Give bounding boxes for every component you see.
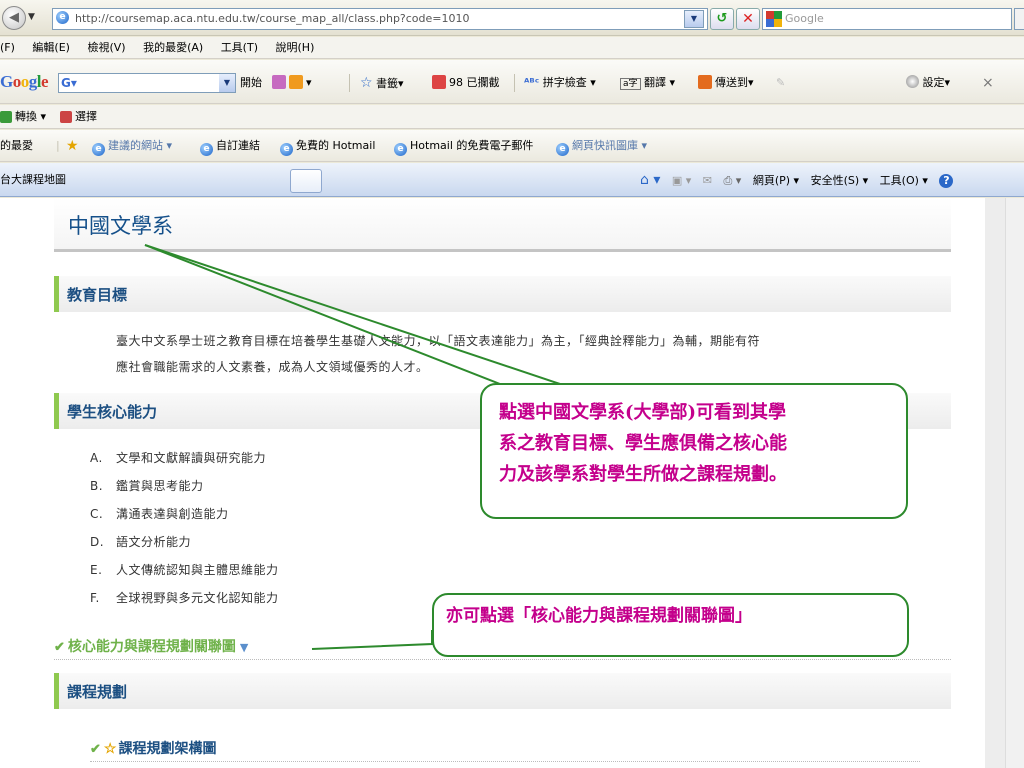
stop-button[interactable]: ✕: [736, 8, 760, 30]
core-competency-heading: 學生核心能力: [67, 403, 158, 421]
page-viewport: 中國文學系 教育目標 臺大中文系學士班之教育目標在培養學生基礎人文能力，以「語文…: [0, 198, 1024, 768]
education-goal-heading: 教育目標: [67, 286, 128, 304]
google-toolbar-dropdown-icon[interactable]: ▼: [219, 74, 235, 92]
toolbar-close-icon[interactable]: ×: [982, 74, 994, 92]
pen-icon[interactable]: ✎: [776, 74, 785, 92]
tab-bar: 台大課程地圖 ⌂ ▾ ▣ ▾ ✉ ⎙ ▾ 網頁(P) ▾ 安全性(S) ▾ 工具…: [0, 163, 1024, 197]
google-search-icon: [766, 11, 782, 27]
fav-web-slice-gallery[interactable]: e 網頁快訊圖庫 ▾: [556, 130, 647, 162]
select-icon: [60, 111, 73, 123]
pdf-toolbar: 轉換 ▾ 選擇: [0, 105, 1024, 129]
education-goal-text: 臺大中文系學士班之教育目標在培養學生基礎人文能力，以「語文表達能力」為主，「經典…: [116, 334, 761, 374]
add-favorite-icon[interactable]: ★: [66, 130, 79, 163]
list-item: D. 語文分析能力: [90, 535, 192, 549]
competency-course-relation-link[interactable]: ✔ 核心能力與課程規劃關聯圖 ▼: [54, 636, 248, 656]
page-icon: e: [56, 11, 69, 24]
address-bar[interactable]: e http://coursemap.aca.ntu.edu.tw/course…: [52, 8, 708, 30]
mail-icon[interactable]: ✉: [703, 174, 712, 187]
annotation-callout-department: 點選中國文學系(大學部)可看到其學 系之教育目標、學生應俱備之核心能 力及該學系…: [480, 383, 908, 519]
convert-icon: [0, 111, 12, 123]
address-toolbar: ◀ ▼ e http://coursemap.aca.ntu.edu.tw/co…: [0, 0, 1024, 36]
search-input[interactable]: Google: [762, 8, 1012, 30]
google-start-button[interactable]: 開始: [240, 74, 262, 92]
settings-button[interactable]: 設定▾: [906, 74, 950, 92]
new-tab-button[interactable]: [290, 169, 322, 193]
translate-icon: a字: [620, 78, 641, 90]
course-plan-heading: 課程規劃: [67, 683, 128, 701]
list-item: B. 鑑賞與思考能力: [90, 479, 204, 493]
popup-blocked-button[interactable]: 98 已攔截: [432, 74, 500, 92]
help-icon[interactable]: ?: [939, 174, 954, 188]
bookmarks-button[interactable]: ☆ 書籤▾: [360, 74, 404, 93]
annotation-callout-relation-map: 亦可點選「核心能力與課程規劃關聯圖」: [432, 593, 909, 657]
vertical-scrollbar[interactable]: [1005, 198, 1024, 768]
caret-down-icon: ▼: [239, 641, 249, 654]
menu-help[interactable]: 說明(H): [276, 37, 315, 59]
star-icon: ☆: [360, 75, 373, 91]
stop-icon: ✕: [742, 11, 754, 27]
command-bar: ⌂ ▾ ▣ ▾ ✉ ⎙ ▾ 網頁(P) ▾ 安全性(S) ▾ 工具(O) ▾ ?: [640, 163, 961, 197]
ie-icon: e: [92, 143, 105, 156]
ie-icon: e: [280, 143, 293, 156]
course-architecture-link[interactable]: ✔ ☆ 課程規劃架構圖: [90, 738, 216, 758]
menu-bar: (F) 編輯(E) 檢視(V) 我的最愛(A) 工具(T) 說明(H): [0, 37, 1024, 59]
popup-blocker-icon: [432, 75, 446, 89]
core-competency-list: A. 文學和文獻解讀與研究能力 B. 鑑賞與思考能力 C. 溝通表達與創造能力 D. 語…: [90, 444, 279, 612]
fav-free-hotmail[interactable]: e 免費的 Hotmail: [280, 130, 375, 162]
back-button[interactable]: ◀: [2, 6, 26, 30]
google-toolbar: Google G▾ ▼ 開始 ▾ ☆ 書籤▾ 98 已攔截 ᴬᴮᶜ 拼字檢查 ▾…: [0, 60, 1024, 104]
settings-icon: [906, 75, 919, 88]
spellcheck-icon: ᴬᴮᶜ: [524, 76, 540, 89]
spellcheck-button[interactable]: ᴬᴮᶜ 拼字檢查 ▾: [524, 74, 596, 92]
list-item: A. 文學和文獻解讀與研究能力: [90, 451, 267, 465]
check-icon: ✔: [54, 640, 65, 655]
refresh-icon: ↺: [716, 11, 728, 26]
menu-edit[interactable]: 編輯(E): [32, 37, 70, 59]
history-dropdown-icon[interactable]: ▼: [28, 12, 35, 22]
feeds-icon[interactable]: ▣ ▾: [672, 174, 691, 187]
section-header-course-plan: 課程規劃: [54, 673, 951, 709]
search-placeholder: Google: [785, 12, 824, 25]
google-logo: Google: [0, 72, 49, 91]
menu-file[interactable]: (F): [0, 37, 15, 59]
refresh-button[interactable]: ↺: [710, 8, 734, 30]
check-icon: ✔: [90, 742, 101, 757]
menu-tools[interactable]: 工具(T): [221, 37, 258, 59]
fav-suggested-sites[interactable]: e 建議的網站 ▾: [92, 130, 172, 162]
fav-custom-links[interactable]: e 自訂連結: [200, 130, 260, 162]
toolbar-options-icon[interactable]: ▾: [272, 74, 312, 92]
back-arrow-icon: ◀: [9, 10, 19, 25]
list-item: E. 人文傳統認知與主體思維能力: [90, 563, 279, 577]
home-icon[interactable]: ⌂ ▾: [640, 172, 660, 188]
fav-hotmail-email[interactable]: e Hotmail 的免費電子郵件: [394, 130, 533, 162]
list-item: C. 溝通表達與創造能力: [90, 507, 229, 521]
department-title[interactable]: 中國文學系: [68, 210, 173, 240]
menu-favorites[interactable]: 我的最愛(A): [143, 37, 203, 59]
print-icon[interactable]: ⎙ ▾: [724, 174, 742, 187]
google-toolbar-search-value: G▾: [61, 76, 77, 90]
favorites-label[interactable]: 的最愛: [0, 130, 33, 162]
page-menu[interactable]: 網頁(P) ▾: [753, 174, 799, 187]
send-icon: [698, 75, 712, 89]
address-url: http://coursemap.aca.ntu.edu.tw/course_m…: [75, 12, 470, 25]
ie-icon: e: [394, 143, 407, 156]
search-go-button[interactable]: [1014, 8, 1024, 30]
sendto-button[interactable]: 傳送到▾: [698, 74, 754, 92]
address-dropdown-icon[interactable]: ▼: [684, 10, 704, 28]
translate-button[interactable]: a字 翻譯 ▾: [620, 74, 675, 93]
section-header-education-goal: 教育目標: [54, 276, 951, 312]
menu-view[interactable]: 檢視(V): [87, 37, 125, 59]
google-toolbar-search[interactable]: G▾ ▼: [58, 73, 236, 93]
favorites-bar: 的最愛 | ★ e 建議的網站 ▾ e 自訂連結 e 免費的 Hotmail e Hot…: [0, 130, 1024, 162]
ie-icon: e: [200, 143, 213, 156]
safety-menu[interactable]: 安全性(S) ▾: [811, 174, 869, 187]
active-tab[interactable]: 台大課程地圖: [0, 163, 290, 197]
convert-button[interactable]: 轉換 ▾: [0, 110, 46, 123]
list-item: F. 全球視野與多元文化認知能力: [90, 591, 279, 605]
star-icon: ☆: [103, 741, 117, 757]
ie-icon: e: [556, 143, 569, 156]
select-button[interactable]: 選擇: [60, 110, 97, 123]
tools-menu[interactable]: 工具(O) ▾: [880, 174, 928, 187]
